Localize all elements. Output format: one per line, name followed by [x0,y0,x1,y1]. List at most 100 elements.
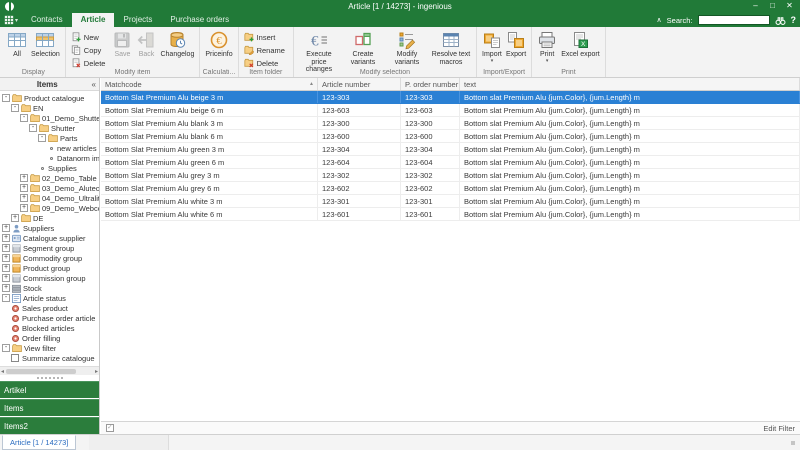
sidebar-hscrollbar[interactable]: ◂ ▸ [0,366,99,375]
resolve-text-macros-button[interactable]: Resolve text macros [429,29,473,66]
tree-item-product-group[interactable]: +Product group [0,263,99,273]
export-button[interactable]: Export [504,29,528,59]
tree-expander[interactable]: + [2,224,10,232]
back-button[interactable]: Back [134,29,158,59]
tab-contacts[interactable]: Contacts [22,13,72,27]
table-row[interactable]: Bottom Slat Premium Alu green 6 m123-604… [101,156,800,169]
table-row[interactable]: Bottom Slat Premium Alu green 3 m123-304… [101,143,800,156]
tree-item-product-catalogue[interactable]: -Product catalogue [0,93,99,103]
tree-item-04-demo-ultralite-doors[interactable]: +04_Demo_Ultralite-Doors [0,193,99,203]
selection-button[interactable]: Selection [29,29,62,59]
create-variants-button[interactable]: Create variants [341,29,385,66]
tab-projects[interactable]: Projects [114,13,161,27]
tree-expander[interactable]: + [11,214,19,222]
tree-item-stock[interactable]: +Stock [0,283,99,293]
tree-item-shutter[interactable]: -Shutter [0,123,99,133]
table-row[interactable]: Bottom Slat Premium Alu white 6 m123-601… [101,208,800,221]
tree-expander[interactable]: - [2,94,10,102]
search-input[interactable] [698,15,770,25]
table-row[interactable]: Bottom Slat Premium Alu blank 6 m123-600… [101,130,800,143]
changelog-button[interactable]: Changelog [158,29,196,59]
tree-item-order-filling[interactable]: Order filling [0,333,99,343]
column-header-article-number[interactable]: Article number [318,78,401,90]
checkbox[interactable] [11,354,19,362]
new-button[interactable]: New [69,31,108,43]
execute-price-changes-button[interactable]: €Execute price changes [297,29,341,74]
tree-expander[interactable]: - [20,114,28,122]
column-header-text[interactable]: text [460,78,800,90]
binoculars-icon[interactable] [775,15,786,26]
scroll-right-icon[interactable]: ▸ [95,368,98,375]
tree-expander[interactable]: + [2,234,10,242]
tree-item-segment-group[interactable]: +Segment group [0,243,99,253]
collapse-sidebar-button[interactable]: « [92,80,96,89]
table-row[interactable]: Bottom Slat Premium Alu white 3 m123-301… [101,195,800,208]
tree-item-de[interactable]: +DE [0,213,99,223]
scroll-left-icon[interactable]: ◂ [1,368,4,375]
table-row[interactable]: Bottom Slat Premium Alu grey 6 m123-6021… [101,182,800,195]
resize-grip[interactable] [791,441,795,445]
column-header-p-order-number[interactable]: P. order number [401,78,460,90]
tree-item-09-demo-webcontrols[interactable]: +09_Demo_Webcontrols [0,203,99,213]
tree-expander[interactable]: - [38,134,46,142]
column-header-matchcode[interactable]: Matchcode▲ [101,78,318,90]
tree-expander[interactable]: + [20,204,28,212]
tree-item-purchase-order-article[interactable]: Purchase order article [0,313,99,323]
save-button[interactable]: Save [110,29,134,59]
tree-item-sales-product[interactable]: Sales product [0,303,99,313]
filter-checkbox[interactable] [106,424,114,432]
panel-items[interactable]: Items [0,399,99,416]
tree-expander[interactable]: + [2,254,10,262]
edit-filter-button[interactable]: Edit Filter [763,424,795,433]
panel-artikel[interactable]: Artikel [0,381,99,398]
tree-item-suppliers[interactable]: +Suppliers [0,223,99,233]
tab-purchase-orders[interactable]: Purchase orders [161,13,238,27]
tree-expander[interactable]: + [20,194,28,202]
delete-button[interactable]: Delete [69,57,108,69]
all-button[interactable]: All [5,29,29,59]
tree-item-03-demo-alutech[interactable]: +03_Demo_Alutech [0,183,99,193]
insert-button[interactable]: Insert [242,31,287,43]
tree-item-summarize-catalogue[interactable]: Summarize catalogue [0,353,99,363]
modify-variants-button[interactable]: Modify variants [385,29,429,66]
table-row[interactable]: Bottom Slat Premium Alu beige 6 m123-603… [101,104,800,117]
table-row[interactable]: Bottom Slat Premium Alu blank 3 m123-300… [101,117,800,130]
collapse-ribbon-icon[interactable]: ∧ [657,16,662,24]
tree-item-catalogue-supplier[interactable]: +Catalogue supplier [0,233,99,243]
tree-expander[interactable]: - [29,124,37,132]
delete-button[interactable]: Delete [242,57,287,69]
help-icon[interactable]: ? [791,15,797,25]
tree-item-en[interactable]: -EN [0,103,99,113]
tree-expander[interactable]: + [20,184,28,192]
scrollbar-thumb[interactable] [6,369,76,374]
tree-item-datanorm-import[interactable]: Datanorm import [0,153,99,163]
table-row[interactable]: Bottom Slat Premium Alu grey 3 m123-3021… [101,169,800,182]
tree-expander[interactable]: - [2,294,10,302]
tree-item-supplies[interactable]: Supplies [0,163,99,173]
copy-button[interactable]: Copy [69,44,108,56]
app-menu-button[interactable]: ▾ [0,13,22,27]
close-button[interactable]: ✕ [781,0,798,13]
tree-item-01-demo-shutter[interactable]: -01_Demo_Shutter [0,113,99,123]
tree-expander[interactable]: + [2,264,10,272]
panel-items2[interactable]: Items2 [0,417,99,434]
rename-button[interactable]: Rename [242,44,287,56]
tree-expander[interactable]: + [2,274,10,282]
minimize-button[interactable]: – [747,0,764,13]
maximize-button[interactable]: □ [764,0,781,13]
tree-item-commodity-group[interactable]: +Commodity group [0,253,99,263]
tree-expander[interactable]: + [2,284,10,292]
tree-item-02-demo-table[interactable]: +02_Demo_Table [0,173,99,183]
tree-expander[interactable]: - [11,104,19,112]
priceinfo-button[interactable]: €Priceinfo [203,29,234,59]
tree-item-blocked-articles[interactable]: Blocked articles [0,323,99,333]
tree-item-view-filter[interactable]: -View filter [0,343,99,353]
print-button[interactable]: Print▾ [535,29,559,63]
tree-expander[interactable]: + [20,174,28,182]
tree-item-article-status[interactable]: -Article status [0,293,99,303]
tree-item-commission-group[interactable]: +Commission group [0,273,99,283]
table-row[interactable]: Bottom Slat Premium Alu beige 3 m123-303… [101,91,800,104]
excel-export-button[interactable]: XExcel export [559,29,602,59]
tree-expander[interactable]: - [2,344,10,352]
import-button[interactable]: Import▾ [480,29,504,63]
